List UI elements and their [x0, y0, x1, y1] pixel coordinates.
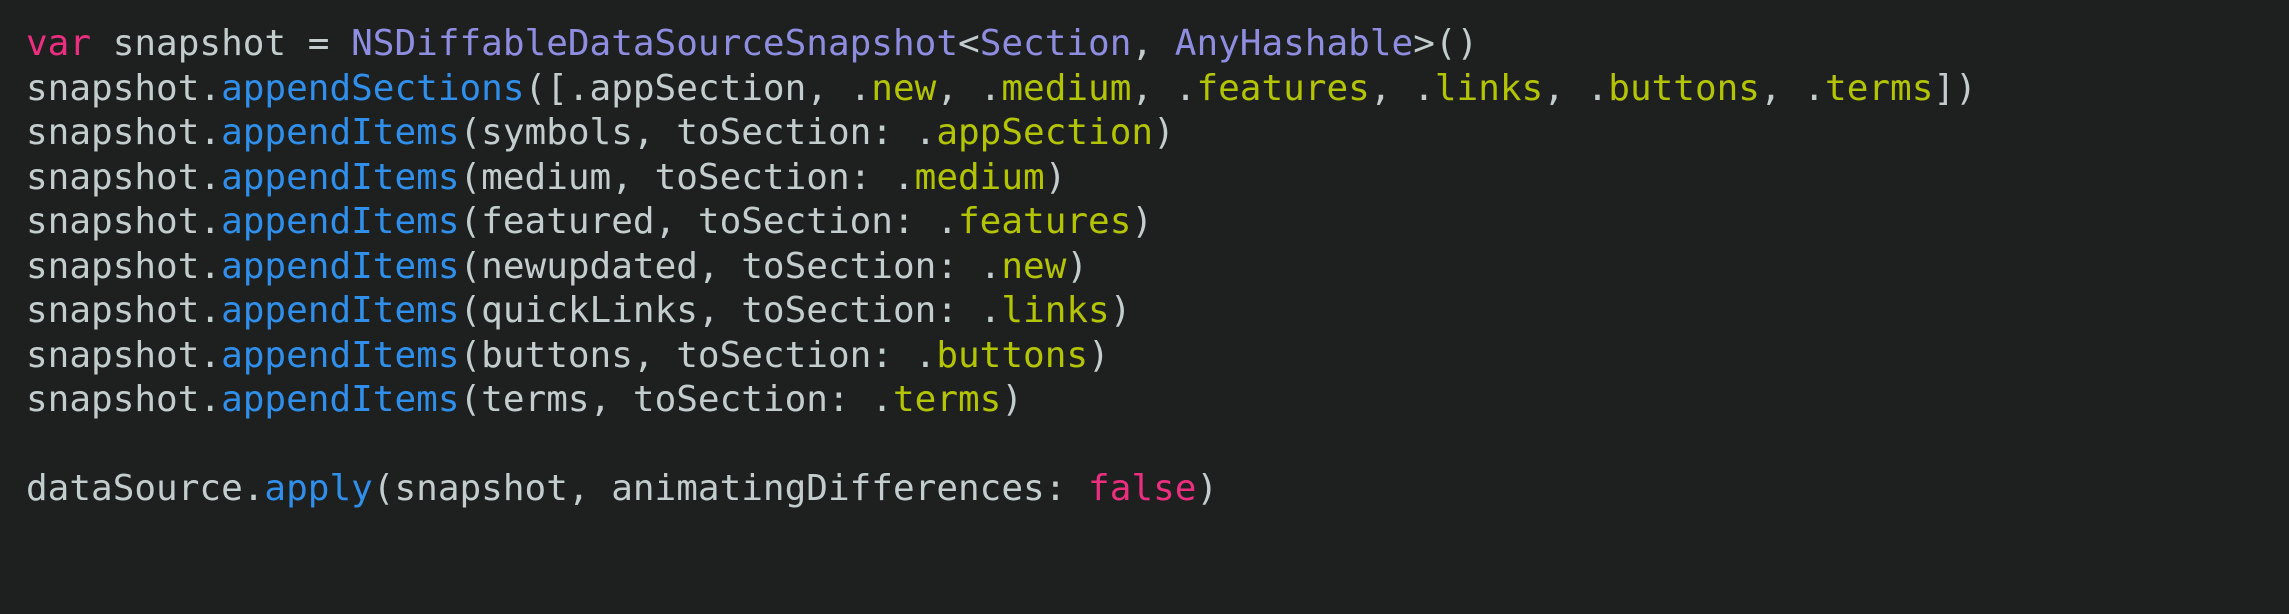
- code-line: var snapshot = NSDiffableDataSourceSnaps…: [26, 22, 2289, 67]
- code-token-enum: medium: [1001, 67, 1132, 109]
- code-token-plain: snapshot.: [26, 245, 222, 287]
- code-token-punct: >(): [1413, 23, 1479, 64]
- code-token-keyword: var: [26, 23, 92, 64]
- code-token-type: Section: [979, 23, 1132, 64]
- code-line: snapshot.appendSections([.appSection, .n…: [26, 67, 2289, 112]
- code-token-method: appendItems: [221, 245, 460, 287]
- code-token-plain: , .: [1369, 67, 1435, 109]
- code-token-plain: snapshot.: [26, 156, 222, 198]
- code-token-plain: ): [1001, 379, 1024, 420]
- code-token-punct: ,: [1131, 23, 1175, 64]
- code-token-plain: dataSource.: [26, 468, 265, 509]
- code-line: snapshot.appendItems(terms, toSection: .…: [26, 378, 2289, 423]
- code-token-plain: ([.appSection, .: [524, 67, 872, 109]
- code-token-plain: (symbols, toSection: .: [459, 112, 937, 153]
- code-token-plain: (featured, toSection: .: [459, 201, 959, 242]
- code-token-enum: appSection: [936, 112, 1154, 153]
- code-token-plain: , .: [936, 67, 1002, 109]
- code-block[interactable]: var snapshot = NSDiffableDataSourceSnaps…: [26, 22, 2289, 512]
- code-token-method: appendItems: [221, 290, 460, 331]
- code-token-enum: buttons: [1608, 67, 1760, 109]
- code-token-plain: snapshot.: [26, 290, 222, 331]
- code-line: snapshot.appendItems(medium, toSection: …: [26, 156, 2289, 201]
- code-token-plain: ]): [1933, 67, 1977, 109]
- code-line: dataSource.apply(snapshot, animatingDiff…: [26, 467, 2289, 512]
- code-token-plain: (snapshot, animatingDifferences:: [372, 468, 1089, 509]
- code-token-method: appendSections: [221, 67, 525, 109]
- code-token-type: NSDiffableDataSourceSnapshot: [351, 23, 958, 64]
- code-line: snapshot.appendItems(symbols, toSection:…: [26, 111, 2289, 156]
- code-token-type: AnyHashable: [1174, 23, 1414, 64]
- code-token-enum: new: [871, 67, 937, 109]
- code-token-plain: snapshot.: [26, 112, 222, 153]
- code-line: snapshot.appendItems(quickLinks, toSecti…: [26, 289, 2289, 334]
- code-token-plain: (quickLinks, toSection: .: [459, 290, 1002, 331]
- code-token-plain: , .: [1131, 67, 1197, 109]
- code-token-plain: snapshot.: [26, 67, 222, 109]
- code-token-enum: new: [1001, 245, 1067, 287]
- code-token-enum: medium: [914, 156, 1045, 198]
- code-token-enum: features: [1196, 67, 1370, 109]
- code-token-method: appendItems: [221, 156, 460, 198]
- code-token-enum: buttons: [936, 334, 1089, 376]
- code-token-enum: terms: [1825, 67, 1934, 109]
- code-token-enum: links: [1434, 67, 1544, 109]
- code-token-enum: links: [1001, 290, 1110, 331]
- code-token-enum: features: [958, 201, 1132, 242]
- code-token-plain: (newupdated, toSection: .: [459, 245, 1002, 287]
- code-token-method: appendItems: [221, 201, 460, 242]
- code-token-plain: (buttons, toSection: .: [459, 334, 937, 376]
- code-token-plain: , .: [1759, 67, 1826, 109]
- code-token-plain: snapshot.: [26, 379, 222, 420]
- code-token-bool: false: [1088, 468, 1197, 509]
- code-token-method: apply: [264, 468, 373, 509]
- code-token-plain: snapshot.: [26, 334, 222, 376]
- code-token-plain: (terms, toSection: .: [459, 379, 893, 420]
- code-editor-surface[interactable]: var snapshot = NSDiffableDataSourceSnaps…: [0, 0, 2289, 614]
- code-token-plain: snapshot =: [91, 23, 352, 64]
- code-line: snapshot.appendItems(featured, toSection…: [26, 200, 2289, 245]
- code-token-plain: ): [1044, 156, 1067, 198]
- code-token-punct: <: [958, 23, 980, 64]
- code-token-plain: snapshot.: [26, 201, 222, 242]
- code-token-plain: , .: [1543, 67, 1609, 109]
- code-token-plain: ): [1131, 201, 1154, 242]
- code-token-method: appendItems: [221, 379, 460, 420]
- code-token-method: appendItems: [221, 112, 460, 153]
- code-token-plain: ): [1153, 112, 1175, 153]
- code-token-plain: ): [1196, 468, 1219, 509]
- code-token-plain: ): [1088, 334, 1110, 376]
- code-token-plain: ): [1066, 245, 1089, 287]
- code-token-enum: terms: [892, 379, 1002, 420]
- code-token-plain: ): [1109, 290, 1132, 331]
- code-line: snapshot.appendItems(buttons, toSection:…: [26, 334, 2289, 379]
- code-token-plain: (medium, toSection: .: [459, 156, 915, 198]
- code-line: snapshot.appendItems(newupdated, toSecti…: [26, 245, 2289, 290]
- code-token-method: appendItems: [221, 334, 460, 376]
